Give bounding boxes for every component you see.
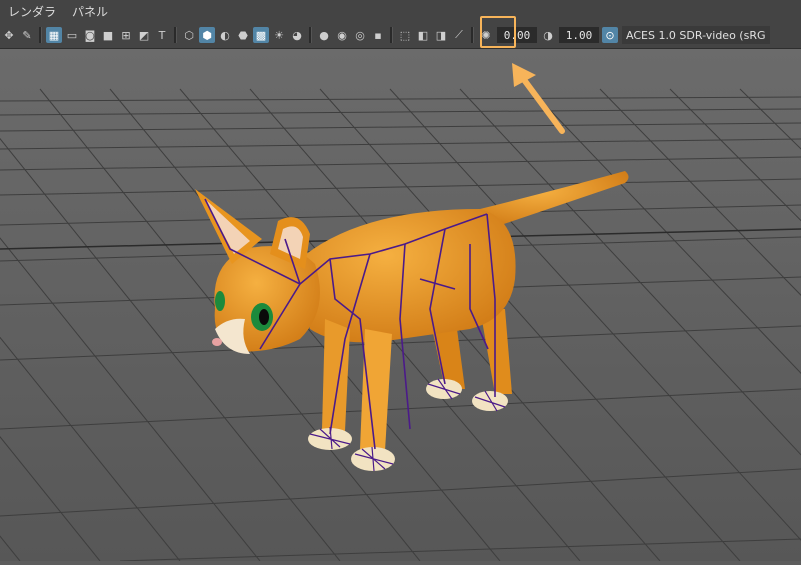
toolbar-separator	[390, 27, 393, 43]
toolbar-separator	[39, 27, 42, 43]
default-material-icon[interactable]: ◐	[217, 27, 233, 43]
joint-display-icon[interactable]: ⟋	[451, 27, 467, 43]
toolbar-separator	[309, 27, 312, 43]
gamma-field[interactable]: 1.00	[559, 27, 599, 43]
viewport-scene	[0, 49, 801, 562]
move-icon[interactable]: ✥	[1, 27, 17, 43]
textured-icon[interactable]: ⬣	[235, 27, 251, 43]
resolution-gate-icon[interactable]: ◙	[82, 27, 98, 43]
grid-icon[interactable]: ▦	[46, 27, 62, 43]
dof-icon[interactable]: ▪	[370, 27, 386, 43]
gamma-icon[interactable]: ◑	[540, 27, 556, 43]
menu-panels[interactable]: パネル	[64, 3, 116, 20]
film-gate-icon[interactable]: ▭	[64, 27, 80, 43]
xray-joints-icon[interactable]: ◨	[433, 27, 449, 43]
toolbar-separator	[471, 27, 474, 43]
xray-active-icon[interactable]: ◧	[415, 27, 431, 43]
view-transform-dropdown[interactable]: ACES 1.0 SDR-video (sRG	[622, 26, 770, 44]
isolate-select-icon[interactable]: ⬚	[397, 27, 413, 43]
motion-blur-icon[interactable]: ◉	[334, 27, 350, 43]
ambient-occlusion-icon[interactable]: ●	[316, 27, 332, 43]
viewport-toolbar: ✥ ✎ ▦ ▭ ◙ ■ ⊞ ◩ T ⬡ ⬢ ◐ ⬣ ▩ ☀ ◕ ● ◉ ◎ ▪ …	[0, 22, 801, 49]
pencil-icon[interactable]: ✎	[19, 27, 35, 43]
smooth-shade-icon[interactable]: ⬢	[199, 27, 215, 43]
wireframe-icon[interactable]: ⬡	[181, 27, 197, 43]
annotation-highlight-box	[480, 16, 516, 48]
gate-mask-icon[interactable]: ■	[100, 27, 116, 43]
anti-alias-icon[interactable]: ◎	[352, 27, 368, 43]
toolbar-separator	[174, 27, 177, 43]
shadows-icon[interactable]: ◕	[289, 27, 305, 43]
safe-action-icon[interactable]: ◩	[136, 27, 152, 43]
panel-menubar: レンダラ パネル	[0, 0, 801, 22]
lights-icon[interactable]: ☀	[271, 27, 287, 43]
3d-viewport[interactable]	[0, 49, 801, 562]
field-chart-icon[interactable]: ⊞	[118, 27, 134, 43]
color-management-icon[interactable]: ⊙	[602, 27, 618, 43]
menu-renderer[interactable]: レンダラ	[0, 3, 64, 20]
safe-title-icon[interactable]: T	[154, 27, 170, 43]
xray-icon[interactable]: ▩	[253, 27, 269, 43]
